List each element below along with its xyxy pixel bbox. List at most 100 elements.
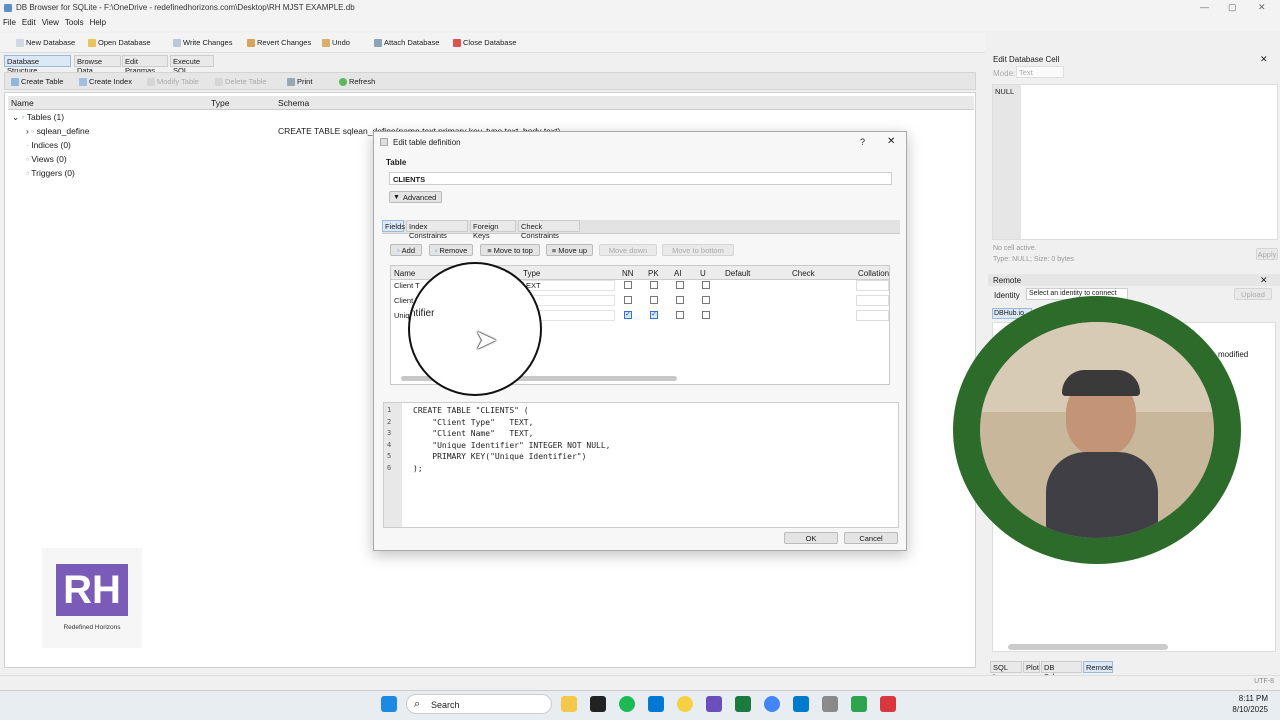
tab-edit-pragmas[interactable]: Edit Pragmas: [122, 55, 168, 75]
header-type[interactable]: Type: [211, 98, 229, 108]
remote-modified-header[interactable]: modified: [1218, 350, 1248, 359]
tab-sql-log[interactable]: SQL Log: [990, 661, 1022, 681]
col-collation[interactable]: Collation: [858, 269, 889, 278]
remote-scrollbar[interactable]: [1008, 644, 1168, 650]
tree-views[interactable]: ▫ Views (0): [26, 154, 67, 164]
sql-preview[interactable]: 1 CREATE TABLE "CLIENTS" (2 "Client Type"…: [383, 402, 899, 528]
tab-check-constraints[interactable]: Check Constraints: [518, 220, 580, 240]
tree-tables[interactable]: ⌄ ▫ Tables (1): [12, 112, 64, 123]
taskbar-search[interactable]: ⌕ Search: [406, 694, 552, 714]
tab-foreign-keys[interactable]: Foreign Keys: [470, 220, 516, 240]
col-u[interactable]: U: [700, 269, 706, 278]
maximize-button[interactable]: ▢: [1228, 2, 1237, 13]
refresh-button[interactable]: Refresh: [339, 77, 375, 86]
move-bottom-button[interactable]: Move to bottom: [662, 244, 734, 256]
header-schema[interactable]: Schema: [278, 98, 309, 108]
db-browser-icon[interactable]: [822, 696, 838, 712]
revert-changes-button[interactable]: Revert Changes: [247, 38, 311, 47]
tab-execute-sql[interactable]: Execute SQL: [170, 55, 214, 75]
tab-db-schema[interactable]: DB Schema: [1041, 661, 1082, 681]
create-table-button[interactable]: Create Table: [11, 77, 63, 86]
field-pk-checkbox[interactable]: [650, 281, 658, 289]
field-ai-checkbox[interactable]: [676, 281, 684, 289]
print-button[interactable]: Print: [287, 77, 312, 86]
new-database-button[interactable]: New Database: [16, 38, 75, 47]
col-ai[interactable]: AI: [674, 269, 682, 278]
col-nn[interactable]: NN: [622, 269, 634, 278]
apply-button[interactable]: Apply: [1256, 248, 1278, 260]
outlook-icon[interactable]: [648, 696, 664, 712]
table-name-input[interactable]: CLIENTS: [389, 172, 892, 185]
delete-table-button[interactable]: Delete Table: [215, 77, 267, 86]
field-collation-select[interactable]: [856, 280, 889, 291]
field-u-checkbox[interactable]: [702, 296, 710, 304]
move-up-button[interactable]: ≡ Move up: [546, 244, 593, 256]
close-database-button[interactable]: Close Database: [453, 38, 516, 47]
cancel-button[interactable]: Cancel: [844, 532, 898, 544]
tab-plot[interactable]: Plot: [1023, 661, 1040, 673]
recorder-icon[interactable]: [880, 696, 896, 712]
file-explorer-icon[interactable]: [561, 696, 577, 712]
dialog-help-button[interactable]: ?: [860, 137, 865, 147]
field-nn-checkbox[interactable]: [624, 281, 632, 289]
tab-fields[interactable]: Fields: [382, 220, 405, 232]
move-top-button[interactable]: ≡ Move to top: [480, 244, 540, 256]
field-collation-select[interactable]: [856, 295, 889, 306]
mode-select[interactable]: Text: [1016, 66, 1064, 78]
field-type-select[interactable]: EXT: [523, 280, 615, 291]
field-nn-checkbox[interactable]: ✓: [624, 311, 632, 319]
field-u-checkbox[interactable]: [702, 311, 710, 319]
vscode-icon[interactable]: [793, 696, 809, 712]
remove-field-button[interactable]: ▫ Remove: [429, 244, 473, 256]
close-window-button[interactable]: ✕: [1258, 2, 1266, 13]
tree-triggers[interactable]: ▫ Triggers (0): [26, 168, 75, 178]
dialog-close-button[interactable]: ✕: [887, 136, 895, 147]
field-ai-checkbox[interactable]: [676, 311, 684, 319]
camtasia-icon[interactable]: [851, 696, 867, 712]
col-name[interactable]: Name: [394, 269, 415, 278]
modify-table-button[interactable]: Modify Table: [147, 77, 199, 86]
notepad-icon[interactable]: [590, 696, 606, 712]
tree-table-sqlean[interactable]: › ▫ sqlean_define: [26, 126, 90, 136]
tab-remote[interactable]: Remote: [1083, 661, 1113, 673]
field-ai-checkbox[interactable]: [676, 296, 684, 304]
field-name-cell[interactable]: Client T: [394, 281, 420, 290]
undo-button[interactable]: Undo: [322, 38, 350, 47]
menu-help[interactable]: Help: [87, 16, 109, 29]
menu-edit[interactable]: Edit: [19, 16, 39, 29]
cell-editor[interactable]: NULL: [992, 84, 1278, 240]
tab-database-structure[interactable]: Database Structure: [4, 55, 71, 75]
field-name-cell[interactable]: Uniq: [394, 311, 409, 320]
excel-icon[interactable]: [735, 696, 751, 712]
upload-button[interactable]: Upload: [1234, 288, 1272, 300]
tab-browse-data[interactable]: Browse Data: [74, 55, 121, 75]
write-changes-button[interactable]: Write Changes: [173, 38, 232, 47]
open-database-button[interactable]: Open Database: [88, 38, 151, 47]
remote-close-icon[interactable]: ✕: [1260, 275, 1268, 286]
attach-database-button[interactable]: Attach Database: [374, 38, 439, 47]
col-default[interactable]: Default: [725, 269, 750, 278]
field-pk-checkbox[interactable]: ✓: [650, 311, 658, 319]
chrome-icon[interactable]: [764, 696, 780, 712]
field-nn-checkbox[interactable]: [624, 296, 632, 304]
move-down-button[interactable]: Move down: [599, 244, 657, 256]
field-collation-select[interactable]: [856, 310, 889, 321]
spotify-icon[interactable]: [619, 696, 635, 712]
obsidian-icon[interactable]: [706, 696, 722, 712]
edit-cell-close-icon[interactable]: ✕: [1260, 54, 1268, 65]
create-index-button[interactable]: Create Index: [79, 77, 132, 86]
start-button-icon[interactable]: [381, 696, 397, 712]
field-pk-checkbox[interactable]: [650, 296, 658, 304]
ok-button[interactable]: OK: [784, 532, 838, 544]
advanced-toggle[interactable]: ▼ Advanced: [389, 191, 442, 203]
menu-view[interactable]: View: [39, 16, 62, 29]
field-u-checkbox[interactable]: [702, 281, 710, 289]
tab-index-constraints[interactable]: Index Constraints: [406, 220, 468, 240]
col-type[interactable]: Type: [523, 269, 540, 278]
tree-indices[interactable]: · Indices (0): [26, 140, 71, 150]
minimize-button[interactable]: —: [1200, 2, 1209, 12]
menu-tools[interactable]: Tools: [62, 16, 87, 29]
col-check[interactable]: Check: [792, 269, 815, 278]
col-pk[interactable]: PK: [648, 269, 659, 278]
header-name[interactable]: Name: [11, 98, 34, 108]
